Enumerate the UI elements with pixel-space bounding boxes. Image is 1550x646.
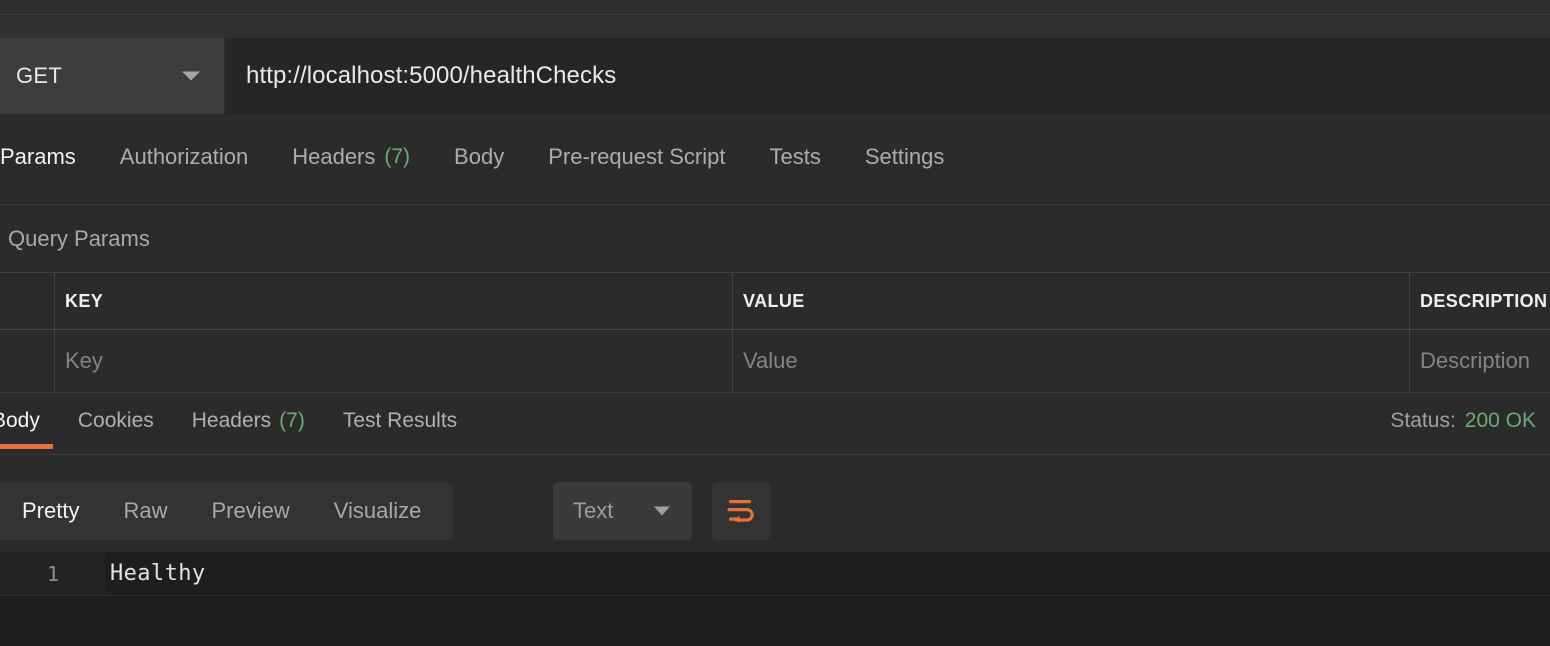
tab-headers-count: (7): [384, 145, 410, 169]
content-type-value: Text: [573, 498, 613, 524]
param-description-input[interactable]: Description: [1410, 330, 1550, 392]
row-checkbox-cell[interactable]: [0, 330, 55, 392]
response-tab-test-results-label: Test Results: [343, 409, 457, 433]
response-tab-body-label: Body: [0, 409, 40, 433]
response-tab-cookies-label: Cookies: [78, 409, 154, 433]
tab-pre-request-script[interactable]: Pre-request Script: [526, 122, 747, 192]
tab-pre-request-script-label: Pre-request Script: [548, 144, 725, 170]
format-view-group: Pretty Raw Preview Visualize: [0, 482, 453, 540]
header-key-cell: KEY: [55, 273, 733, 329]
response-tab-headers-label: Headers: [192, 409, 271, 433]
format-pretty-button[interactable]: Pretty: [0, 482, 101, 540]
url-input[interactable]: http://localhost:5000/healthChecks: [226, 38, 1550, 114]
tab-authorization-label: Authorization: [120, 144, 248, 170]
param-value-placeholder: Value: [743, 348, 798, 374]
param-key-input[interactable]: Key: [55, 330, 733, 392]
tab-headers[interactable]: Headers (7): [270, 122, 432, 192]
format-preview-button[interactable]: Preview: [189, 482, 311, 540]
response-tab-bar: Body Cookies Headers (7) Test Results St…: [0, 393, 1550, 455]
tab-body-label: Body: [454, 144, 504, 170]
http-method-label: GET: [16, 63, 62, 89]
line-number: 1: [47, 562, 59, 586]
response-tab-headers-count: (7): [279, 409, 305, 433]
content-type-select[interactable]: Text: [553, 482, 692, 540]
response-tabs: Body Cookies Headers (7) Test Results: [0, 393, 476, 448]
window-top-strip-secondary: [0, 16, 1550, 38]
request-tabs: Params Authorization Headers (7) Body Pr…: [0, 122, 966, 192]
format-visualize-button[interactable]: Visualize: [312, 482, 444, 540]
code-line-1[interactable]: 1 Healthy: [0, 552, 1550, 596]
header-checkbox-cell: [0, 273, 55, 329]
postman-window: GET http://localhost:5000/healthChecks P…: [0, 0, 1550, 646]
word-wrap-button[interactable]: [712, 482, 771, 540]
tab-params-label: Params: [0, 144, 76, 170]
line-number-gutter: 1: [0, 552, 106, 595]
request-tab-bar: Params Authorization Headers (7) Body Pr…: [0, 122, 1550, 205]
format-pretty-label: Pretty: [22, 498, 79, 524]
tab-settings-label: Settings: [865, 144, 945, 170]
response-tab-test-results[interactable]: Test Results: [324, 393, 476, 448]
tab-headers-label: Headers: [292, 144, 375, 170]
param-key-placeholder: Key: [65, 348, 103, 374]
format-raw-button[interactable]: Raw: [101, 482, 189, 540]
response-body-text: Healthy: [110, 561, 206, 586]
format-visualize-label: Visualize: [334, 498, 422, 524]
param-description-placeholder: Description: [1420, 348, 1530, 374]
response-tab-cookies[interactable]: Cookies: [59, 393, 173, 448]
tab-tests[interactable]: Tests: [748, 122, 843, 192]
url-value: http://localhost:5000/healthChecks: [246, 62, 616, 90]
response-tab-headers[interactable]: Headers (7): [173, 393, 324, 448]
status-code: 200 OK: [1465, 409, 1536, 433]
response-active-tab-underline: [0, 444, 53, 449]
status-label: Status:: [1390, 409, 1455, 433]
tab-authorization[interactable]: Authorization: [98, 122, 270, 192]
table-row: Key Value Description: [0, 330, 1550, 393]
header-value-label: VALUE: [743, 291, 805, 312]
response-format-toolbar: Pretty Raw Preview Visualize Text: [0, 456, 1550, 552]
url-bar: GET http://localhost:5000/healthChecks: [0, 38, 1550, 114]
header-value-cell: VALUE: [733, 273, 1410, 329]
response-tab-body[interactable]: Body: [0, 393, 59, 448]
format-preview-label: Preview: [211, 498, 289, 524]
header-key-label: KEY: [65, 291, 103, 312]
table-header-row: KEY VALUE DESCRIPTION: [0, 272, 1550, 330]
window-top-strip: [0, 0, 1550, 15]
tab-params[interactable]: Params: [0, 122, 98, 192]
tab-settings[interactable]: Settings: [843, 122, 967, 192]
query-params-section: Query Params: [0, 206, 1550, 272]
response-body-viewer: 1 Healthy: [0, 552, 1550, 646]
header-description-label: DESCRIPTION: [1420, 291, 1547, 312]
chevron-down-icon: [182, 72, 200, 81]
param-value-input[interactable]: Value: [733, 330, 1410, 392]
header-description-cell: DESCRIPTION: [1410, 273, 1550, 329]
code-empty-area: [0, 596, 1550, 646]
query-params-label: Query Params: [8, 226, 150, 252]
status-badge: Status: 200 OK: [1390, 393, 1536, 448]
format-raw-label: Raw: [123, 498, 167, 524]
word-wrap-icon: [727, 498, 757, 524]
tab-tests-label: Tests: [770, 144, 821, 170]
query-params-table: KEY VALUE DESCRIPTION Key Value Descript…: [0, 272, 1550, 393]
tab-body[interactable]: Body: [432, 122, 526, 192]
chevron-down-icon: [654, 507, 670, 516]
http-method-selector[interactable]: GET: [0, 38, 225, 114]
